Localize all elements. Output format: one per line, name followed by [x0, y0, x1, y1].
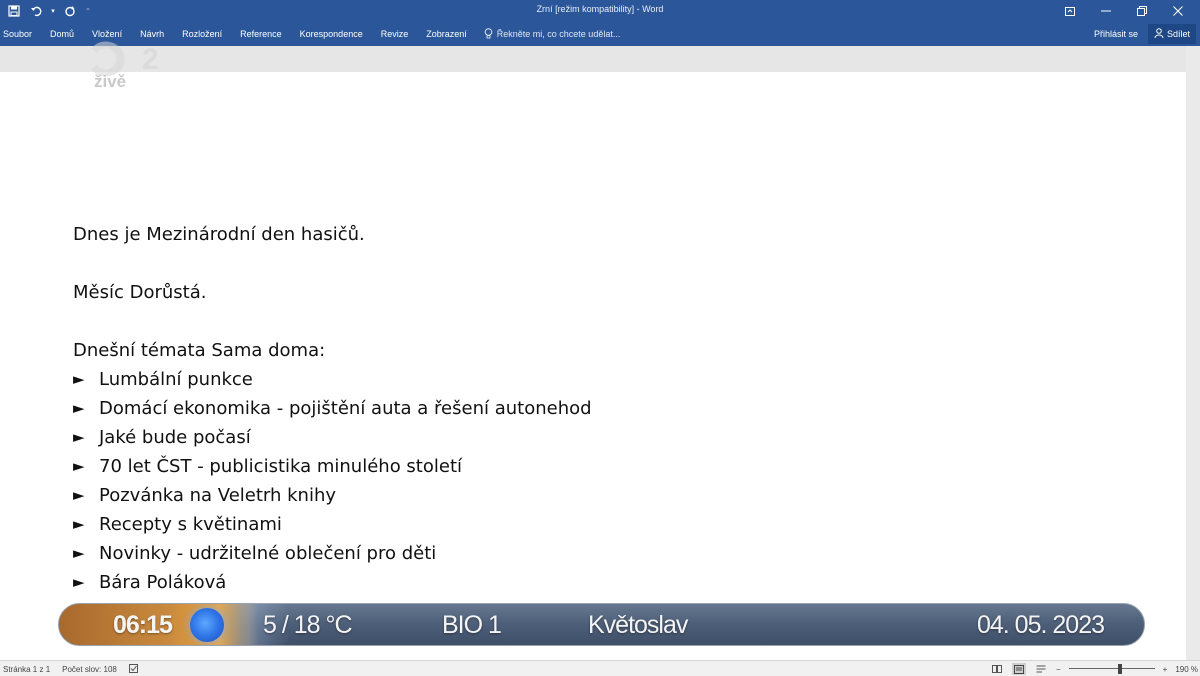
- bullet-icon: ►: [73, 399, 85, 417]
- ticker-channel: BIO 1: [442, 611, 502, 639]
- document-line: Dnes je Mezinárodní den hasičů.: [73, 224, 365, 245]
- tab-file[interactable]: Soubor: [0, 22, 41, 46]
- share-label: Sdílet: [1166, 29, 1190, 39]
- restore-icon[interactable]: [1124, 0, 1160, 22]
- ribbon-display-options-icon[interactable]: [1052, 0, 1088, 22]
- list-item: ► Bára Poláková: [73, 568, 1073, 597]
- logo-number: 2: [142, 43, 159, 76]
- print-layout-icon[interactable]: [1011, 663, 1026, 675]
- list-item: ► 70 let ČST - publicistika minulého stol…: [73, 452, 1073, 481]
- channel-logo-text: živě: [94, 72, 127, 91]
- tv-info-bar: 06:15 5 / 18 °C BIO 1 Květoslav 04. 05. …: [58, 603, 1145, 646]
- list-item: ► Pozvánka na Veletrh knihy: [73, 481, 1073, 510]
- bullet-icon: ►: [73, 486, 85, 504]
- document-line: Měsíc Dorůstá.: [73, 282, 207, 303]
- ticker-date: 04. 05. 2023: [976, 611, 1105, 639]
- tell-me-placeholder: Řekněte mi, co chcete udělat...: [496, 29, 621, 39]
- tab-home[interactable]: Domů: [41, 22, 83, 46]
- list-item: ► Jaké bude počasí: [73, 423, 1073, 452]
- tab-review[interactable]: Revize: [372, 22, 418, 46]
- tell-me-box[interactable]: Řekněte mi, co chcete udělat...: [476, 27, 621, 41]
- document-body[interactable]: Dnes je Mezinárodní den hasičů. Měsíc Do…: [73, 220, 1073, 597]
- tab-references[interactable]: Reference: [231, 22, 291, 46]
- tab-layout[interactable]: Rozložení: [173, 22, 231, 46]
- proofing-icon[interactable]: [128, 664, 139, 675]
- zoom-out-icon[interactable]: −: [1056, 665, 1061, 674]
- tab-mailings[interactable]: Korespondence: [291, 22, 372, 46]
- web-layout-icon[interactable]: [1034, 663, 1048, 675]
- list-item: ► Domácí ekonomika - pojištění auta a řeš…: [73, 394, 1073, 423]
- document-page[interactable]: Dnes je Mezinárodní den hasičů. Měsíc Do…: [0, 72, 1186, 660]
- word-count[interactable]: Počet slov: 108: [62, 665, 117, 674]
- ticker-temperature: 5 / 18 °C: [263, 611, 353, 639]
- zoom-in-icon[interactable]: +: [1163, 665, 1168, 674]
- ribbon-account-area: Přihlásit se Sdílet: [1090, 24, 1196, 44]
- window-controls: [1052, 0, 1196, 22]
- weather-orb-icon: [190, 608, 224, 642]
- bullet-icon: ►: [73, 573, 85, 591]
- close-icon[interactable]: [1160, 0, 1196, 22]
- zoom-slider-thumb[interactable]: [1117, 664, 1122, 674]
- bullet-icon: ►: [73, 515, 85, 533]
- topics-heading: Dnešní témata Sama doma:: [73, 340, 326, 361]
- bullet-icon: ►: [73, 457, 85, 475]
- ticker-name-day: Květoslav: [588, 611, 688, 639]
- minimize-icon[interactable]: [1088, 0, 1124, 22]
- person-icon: [1154, 28, 1164, 40]
- title-bar: ▾ ⁼ Zrní [režim kompatibility] - Word: [0, 0, 1200, 22]
- list-item: ► Recepty s květinami: [73, 510, 1073, 539]
- tab-view[interactable]: Zobrazení: [417, 22, 476, 46]
- list-item: ► Lumbální punkce: [73, 365, 1073, 394]
- bullet-icon: ►: [73, 544, 85, 562]
- page-indicator[interactable]: Stránka 1 z 1: [3, 665, 50, 674]
- ruler-area: [0, 46, 1200, 72]
- ribbon: Soubor Domů Vložení Návrh Rozložení Refe…: [0, 22, 1200, 46]
- list-item: ► Novinky - udržitelné oblečení pro děti: [73, 539, 1073, 568]
- status-bar: Stránka 1 z 1 Počet slov: 108 − + 190 %: [0, 660, 1200, 676]
- share-button[interactable]: Sdílet: [1147, 24, 1196, 44]
- read-mode-icon[interactable]: [990, 663, 1004, 675]
- vertical-scrollbar[interactable]: [1186, 46, 1200, 660]
- lightbulb-icon: [484, 27, 493, 41]
- ticker-time: 06:15: [113, 611, 173, 639]
- bullet-icon: ►: [73, 370, 85, 388]
- zoom-slider[interactable]: [1068, 663, 1155, 675]
- sign-in-link[interactable]: Přihlásit se: [1090, 29, 1142, 39]
- window-title: Zrní [režim kompatibility] - Word: [536, 4, 664, 14]
- bullet-icon: ►: [73, 428, 85, 446]
- zoom-level[interactable]: 190 %: [1175, 665, 1198, 674]
